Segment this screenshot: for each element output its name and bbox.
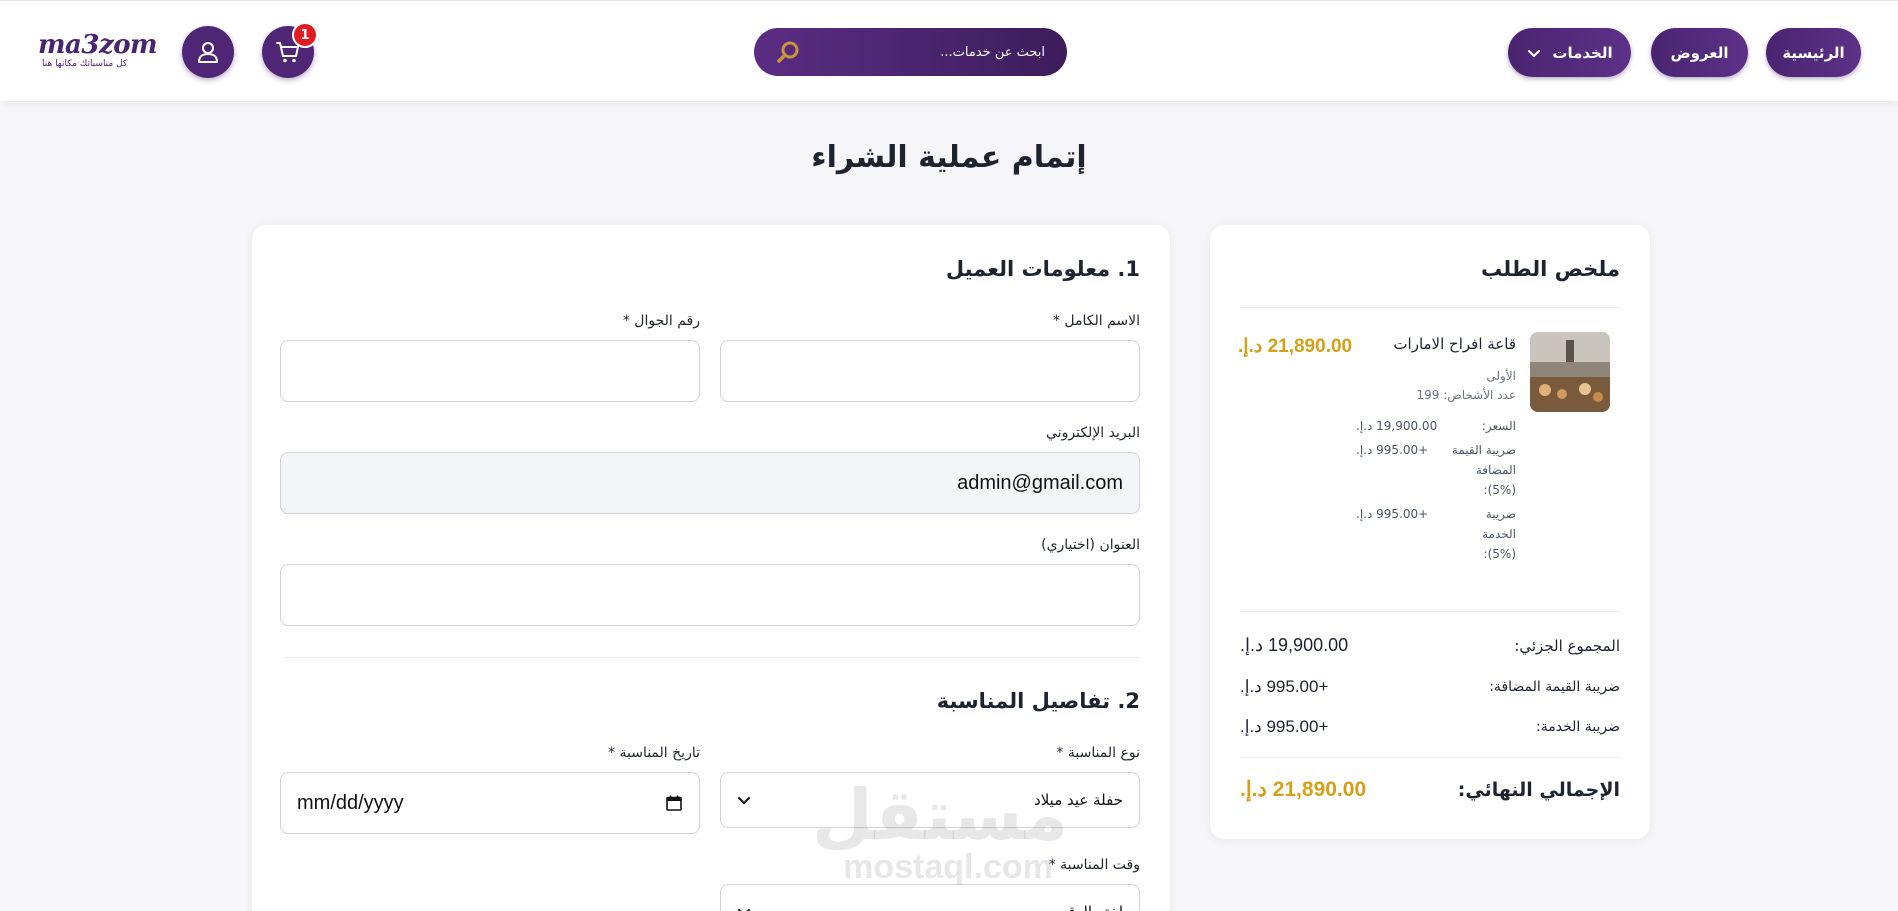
search-input[interactable] xyxy=(802,44,1045,60)
chevron-down-icon xyxy=(738,797,750,804)
item-tier: الأولى xyxy=(1486,369,1516,383)
summary-divider xyxy=(1240,611,1620,612)
subtotal-row: المجموع الجزئي: 19,900.00 د.إ. xyxy=(1240,635,1620,656)
summary-divider xyxy=(1240,757,1620,758)
vat-label: ضريبة القيمة المضافة: xyxy=(1489,679,1620,695)
address-input[interactable] xyxy=(297,583,1123,607)
event-date-label: تاريخ المناسبة * xyxy=(608,745,700,761)
subtotal-value: 19,900.00 د.إ. xyxy=(1240,635,1349,655)
breakdown-service-label-line1: ضريبة xyxy=(1485,507,1516,521)
subtotal-label: المجموع الجزئي: xyxy=(1514,636,1620,655)
final-total-row: الإجمالي النهائي: 21,890.00 د.إ. xyxy=(1240,777,1620,802)
page-title-text: إتمام عملية الشراء xyxy=(811,140,1087,175)
breakdown-vat-value: +995.00 د.إ. xyxy=(1356,443,1429,457)
site-header: الرئيسية العروض الخدمات 1 ma3zom كل مناس… xyxy=(0,0,1898,101)
nav-services-dropdown[interactable]: الخدمات xyxy=(1508,28,1631,77)
checkout-form-card: 1. معلومات العميل الاسم الكامل * رقم الج… xyxy=(252,225,1170,911)
nav-services-label: الخدمات xyxy=(1552,43,1613,62)
address-label: العنوان (اختياري) xyxy=(1041,537,1140,553)
event-date-value: mm/dd/yyyy xyxy=(297,791,404,814)
breakdown-vat-label-line2: المضافة xyxy=(1475,463,1516,477)
nav-offers-button[interactable]: العروض xyxy=(1651,28,1748,77)
email-label: البريد الإلكتروني xyxy=(1046,425,1140,441)
phone-field[interactable] xyxy=(280,340,700,402)
breakdown-service-label: ضريبة الخدمة (5%): xyxy=(1476,504,1516,564)
breakdown-service-value: +995.00 د.إ. xyxy=(1356,507,1429,521)
nav-home-button[interactable]: الرئيسية xyxy=(1766,28,1861,77)
full-name-input[interactable] xyxy=(737,359,1123,383)
breakdown-vat-label: ضريبة القيمة المضافة (5%): xyxy=(1446,440,1516,500)
address-field[interactable] xyxy=(280,564,1140,626)
order-summary-card: ملخص الطلب قاعة افراح الامارات 21,890.00… xyxy=(1210,225,1650,839)
breakdown-vat-row: ضريبة القيمة المضافة (5%): +995.00 د.إ. xyxy=(1356,440,1516,500)
account-button[interactable] xyxy=(182,26,234,78)
cart-count-badge: 1 xyxy=(292,22,318,48)
site-logo[interactable]: ma3zom كل مناسباتك مكانها هنا xyxy=(38,31,158,75)
venue-photo-image xyxy=(1530,332,1610,412)
breakdown-vat-label-line3: (5%): xyxy=(1483,483,1516,497)
breakdown-price-row: السعر: 19,900.00 د.إ. xyxy=(1356,416,1516,436)
breakdown-vat-label-line1: ضريبة القيمة xyxy=(1451,443,1516,457)
service-fee-row: ضريبة الخدمة: +995.00 د.إ. xyxy=(1240,717,1620,737)
phone-input[interactable] xyxy=(297,359,683,383)
item-guests: عدد الأشخاص: 199 xyxy=(1416,388,1516,402)
nav-home-label: الرئيسية xyxy=(1782,43,1845,62)
event-date-field[interactable]: mm/dd/yyyy xyxy=(280,772,700,834)
email-value: admin@gmail.com xyxy=(957,471,1123,494)
section-divider xyxy=(282,657,1142,658)
full-name-field[interactable] xyxy=(720,340,1140,402)
phone-label: رقم الجوال * xyxy=(622,313,700,329)
event-type-value: حفلة عيد ميلاد xyxy=(1034,791,1123,809)
event-details-section-title: 2. تفاصيل المناسبة xyxy=(936,689,1140,713)
final-total-value: 21,890.00 د.إ. xyxy=(1240,778,1367,801)
final-total-label: الإجمالي النهائي: xyxy=(1457,778,1620,801)
vat-row: ضريبة القيمة المضافة: +995.00 د.إ. xyxy=(1240,677,1620,697)
search-bar xyxy=(754,28,1067,76)
logo-tagline: كل مناسباتك مكانها هنا xyxy=(42,59,128,69)
email-field[interactable]: admin@gmail.com xyxy=(280,452,1140,514)
chevron-down-icon xyxy=(738,909,750,911)
event-type-label: نوع المناسبة * xyxy=(1056,745,1140,761)
breakdown-price-value: 19,900.00 د.إ. xyxy=(1356,419,1438,433)
item-price: 21,890.00 د.إ. xyxy=(1238,336,1353,357)
event-type-select[interactable]: حفلة عيد ميلاد xyxy=(720,772,1140,828)
nav-offers-label: العروض xyxy=(1670,43,1729,62)
breakdown-price-label: السعر: xyxy=(1481,419,1516,433)
breakdown-service-label-line2: الخدمة xyxy=(1482,527,1516,541)
order-summary-title: ملخص الطلب xyxy=(1480,257,1620,281)
service-fee-value: +995.00 د.إ. xyxy=(1240,717,1329,736)
service-fee-label: ضريبة الخدمة: xyxy=(1536,719,1620,735)
chevron-down-icon xyxy=(1528,49,1541,57)
customer-info-section-title: 1. معلومات العميل xyxy=(945,257,1140,281)
venue-thumbnail xyxy=(1530,332,1610,412)
calendar-icon[interactable] xyxy=(665,794,683,812)
event-time-value: اختر الوقت xyxy=(1054,903,1123,911)
user-icon xyxy=(198,42,218,63)
page-title: إتمام عملية الشراء xyxy=(0,140,1898,175)
full-name-label: الاسم الكامل * xyxy=(1052,313,1140,329)
item-name: قاعة افراح الامارات xyxy=(1393,335,1516,353)
event-time-select[interactable]: اختر الوقت xyxy=(720,884,1140,911)
event-time-label: وقت المناسبة * xyxy=(1048,857,1140,873)
breakdown-service-row: ضريبة الخدمة (5%): +995.00 د.إ. xyxy=(1356,504,1516,564)
logo-word: ma3zom xyxy=(38,30,158,60)
breakdown-service-label-line3: (5%): xyxy=(1483,547,1516,561)
summary-divider xyxy=(1240,307,1620,308)
item-breakdown: السعر: 19,900.00 د.إ. ضريبة القيمة المضا… xyxy=(1356,416,1516,564)
search-icon[interactable] xyxy=(776,39,802,65)
vat-value: +995.00 د.إ. xyxy=(1240,677,1329,696)
